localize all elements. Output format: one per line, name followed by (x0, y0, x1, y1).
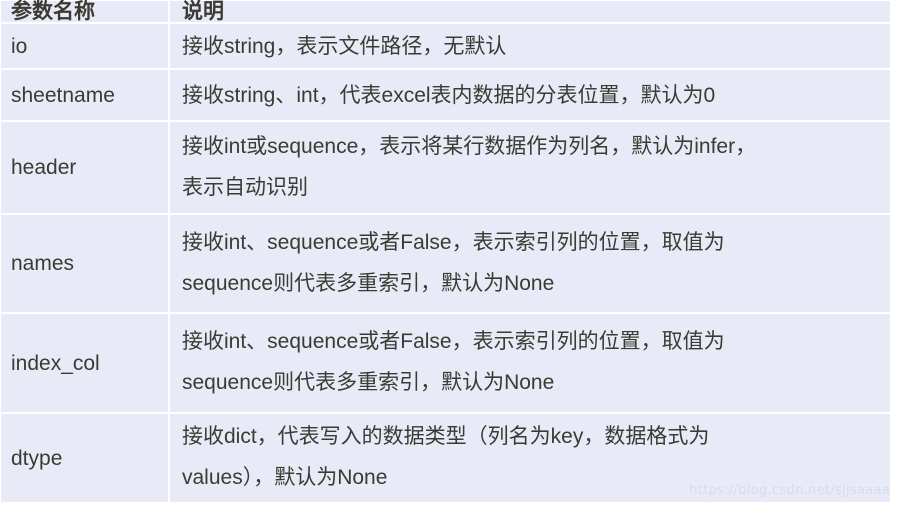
description-line: 接收string，表示文件路径，无默认 (182, 34, 507, 58)
description-line: 接收int或sequence，表示将某行数据作为列名，默认为infer， (182, 134, 757, 158)
parameter-description-sheetname: 接收string、int，代表excel表内数据的分表位置，默认为0 (169, 69, 890, 122)
table-header-row: 参数名称 说明 (1, 1, 890, 24)
parameter-name-sheetname: sheetname (1, 69, 170, 122)
table-row: names 接收int、sequence或者False，表示索引列的位置，取值为… (1, 214, 890, 314)
parameter-description-header: 接收int或sequence，表示将某行数据作为列名，默认为infer， 表示自… (169, 121, 890, 215)
parameter-table-screenshot: 参数名称 说明 io 接收string，表示文件路径，无默认 sheetname… (0, 0, 904, 522)
table-row: io 接收string，表示文件路径，无默认 (1, 23, 890, 70)
parameter-name-names: names (1, 214, 170, 314)
column-header-description: 说明 (169, 1, 890, 24)
parameter-description-io: 接收string，表示文件路径，无默认 (169, 23, 890, 70)
table-row: header 接收int或sequence，表示将某行数据作为列名，默认为inf… (1, 121, 890, 215)
description-line: values），默认为None (182, 466, 388, 489)
description-line: 接收dict，代表写入的数据类型（列名为key，数据格式为 (182, 425, 710, 449)
parameter-description-dtype: 接收dict，代表写入的数据类型（列名为key，数据格式为 values），默认… (169, 413, 890, 502)
table-row: index_col 接收int、sequence或者False，表示索引列的位置… (1, 313, 890, 414)
parameter-name-index-col: index_col (1, 313, 170, 414)
description-line: 接收int、sequence或者False，表示索引列的位置，取值为 (182, 330, 725, 354)
description-line: sequence则代表多重索引，默认为None (182, 271, 555, 295)
parameter-description-names: 接收int、sequence或者False，表示索引列的位置，取值为 seque… (169, 214, 890, 314)
parameter-name-io: io (1, 23, 170, 70)
description-line: 接收string、int，代表excel表内数据的分表位置，默认为0 (182, 83, 716, 107)
parameter-description-index-col: 接收int、sequence或者False，表示索引列的位置，取值为 seque… (169, 313, 890, 414)
description-line: 表示自动识别 (182, 175, 308, 199)
column-header-parameter-name: 参数名称 (1, 1, 170, 24)
parameter-name-dtype: dtype (1, 413, 170, 502)
parameter-name-header: header (1, 121, 170, 215)
description-line: sequence则代表多重索引，默认为None (182, 371, 555, 394)
table-row: sheetname 接收string、int，代表excel表内数据的分表位置，… (1, 69, 890, 122)
table-row: dtype 接收dict，代表写入的数据类型（列名为key，数据格式为 valu… (1, 413, 890, 502)
description-line: 接收int、sequence或者False，表示索引列的位置，取值为 (182, 230, 725, 254)
parameter-description-table: 参数名称 说明 io 接收string，表示文件路径，无默认 sheetname… (1, 1, 890, 502)
